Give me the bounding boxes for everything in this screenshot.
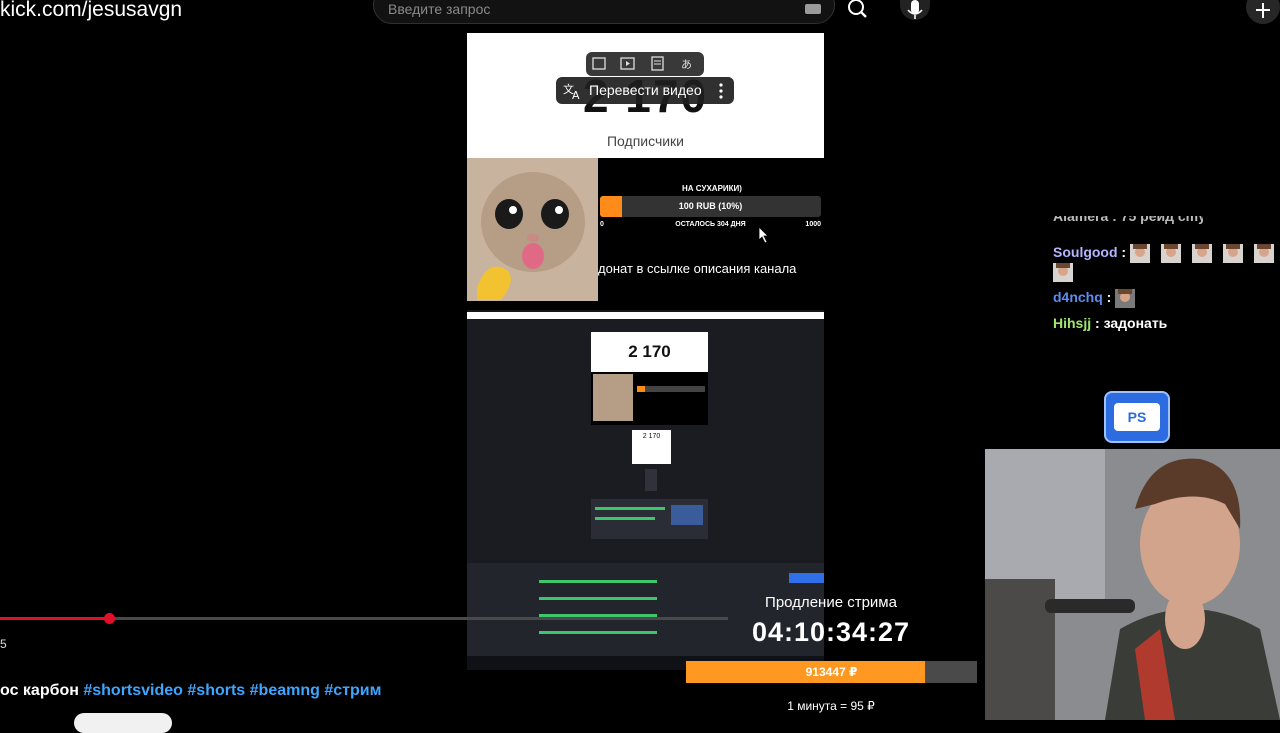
streamer-webcam bbox=[985, 449, 1280, 720]
nested-recursion bbox=[645, 469, 657, 491]
ps-badge-icon: PS bbox=[1104, 391, 1170, 443]
nested-obs-window bbox=[591, 499, 708, 539]
subscribe-button[interactable] bbox=[74, 713, 172, 733]
donate-text: донат в ссылке описания канала bbox=[598, 261, 797, 276]
translate-video-button[interactable]: 文 A Перевести видео bbox=[556, 77, 734, 104]
plus-icon bbox=[1256, 3, 1270, 18]
cat-image bbox=[467, 158, 598, 301]
ps-badge-inner: PS bbox=[1114, 403, 1160, 431]
nested-subscriber-count: 2 170 bbox=[628, 342, 671, 361]
subscriber-label: Подписчики bbox=[606, 133, 684, 149]
video-scrubber-handle[interactable] bbox=[104, 613, 116, 624]
hashtag-link[interactable]: #стрим bbox=[324, 682, 381, 699]
emote-icon bbox=[1192, 244, 1212, 263]
donation-total-bar: 913447 ₽ bbox=[686, 661, 977, 683]
create-button[interactable] bbox=[1246, 0, 1280, 24]
chat-username[interactable]: d4nchq bbox=[1053, 289, 1103, 305]
goal-remaining: ОСТАЛОСЬ 304 ДНЯ bbox=[675, 221, 746, 228]
keyboard-icon[interactable] bbox=[805, 4, 821, 14]
search-icon bbox=[848, 0, 867, 18]
stream-extension-timer: 04:10:34:27 bbox=[751, 617, 911, 647]
subscriber-widget: 2 170 Подписчики あ 文 A Перевести видео bbox=[467, 33, 824, 158]
nested-subscriber-widget-small: 2 170 bbox=[632, 430, 671, 464]
emote-icon bbox=[1254, 244, 1274, 263]
svg-text:A: A bbox=[572, 89, 580, 101]
emote-icon bbox=[1223, 244, 1243, 263]
divider bbox=[467, 312, 824, 319]
voice-search-button[interactable] bbox=[900, 0, 930, 20]
chat-message-continuation bbox=[1053, 263, 1084, 282]
extension-rate: 1 минута = 95 ₽ bbox=[787, 699, 875, 713]
svg-text:あ: あ bbox=[681, 58, 692, 71]
translate-video-label: Перевести видео bbox=[589, 82, 702, 98]
more-vert-icon[interactable] bbox=[716, 82, 726, 100]
goal-amount: 100 RUB (10%) bbox=[678, 201, 743, 211]
video-time: 5 bbox=[0, 637, 7, 651]
mouse-cursor-icon bbox=[758, 226, 769, 244]
video-player[interactable]: 2 170 Подписчики あ 文 A Перевести видео bbox=[467, 33, 824, 670]
url-text: kick.com/jesusavgn bbox=[0, 0, 183, 21]
chat-message-partial: Alamera : 75 рейд cmy bbox=[1053, 216, 1203, 230]
video-toolbar: あ bbox=[586, 52, 704, 76]
goal-progress-bar: 100 RUB (10%) bbox=[600, 196, 821, 217]
donation-goal-section: НА СУХАРИКИ) 100 RUB (10%) 0 ОСТАЛОСЬ 30… bbox=[467, 158, 824, 310]
search-placeholder: Введите запрос bbox=[388, 1, 491, 17]
search-button[interactable] bbox=[838, 0, 878, 24]
donation-total-amount: 913447 ₽ bbox=[805, 665, 858, 679]
microphone-icon bbox=[907, 0, 923, 19]
toolbar-icons[interactable]: あ bbox=[586, 52, 704, 76]
chat-username[interactable]: Hihsjj bbox=[1053, 315, 1091, 331]
hashtag-link[interactable]: #shorts bbox=[187, 682, 245, 699]
chat-message: Soulgood : bbox=[1053, 244, 1280, 263]
nested-subscriber-count-small: 2 170 bbox=[642, 433, 661, 440]
chat-message: d4nchq : bbox=[1053, 289, 1146, 308]
ps-badge-label: PS bbox=[1127, 409, 1147, 425]
hashtag-link[interactable]: #shortsvideo bbox=[83, 682, 183, 699]
emote-icon bbox=[1115, 289, 1136, 308]
goal-title: НА СУХАРИКИ) bbox=[682, 184, 742, 193]
emote-icon bbox=[1130, 244, 1150, 263]
translate-icon: 文 A bbox=[563, 82, 580, 101]
emote-icon bbox=[1161, 244, 1181, 263]
chat-message: Hihsjj : задонать bbox=[1053, 315, 1168, 331]
caption-text: ос карбон bbox=[0, 682, 79, 699]
nested-goal-section bbox=[591, 372, 708, 425]
video-progress-fill bbox=[0, 617, 110, 620]
chat-username[interactable]: Soulgood bbox=[1053, 244, 1118, 260]
hashtag-link[interactable]: #beamng bbox=[250, 682, 320, 699]
chat-message-text: задонать bbox=[1103, 315, 1168, 331]
video-caption: ос карбон #shortsvideo #shorts #beamng #… bbox=[0, 682, 381, 700]
emote-icon bbox=[1053, 263, 1073, 282]
goal-end-value: 1000 bbox=[805, 221, 821, 228]
stream-extension-label: Продление стрима bbox=[765, 594, 897, 611]
chat-message-partial-text: Alamera : 75 рейд cmy bbox=[1053, 216, 1203, 224]
